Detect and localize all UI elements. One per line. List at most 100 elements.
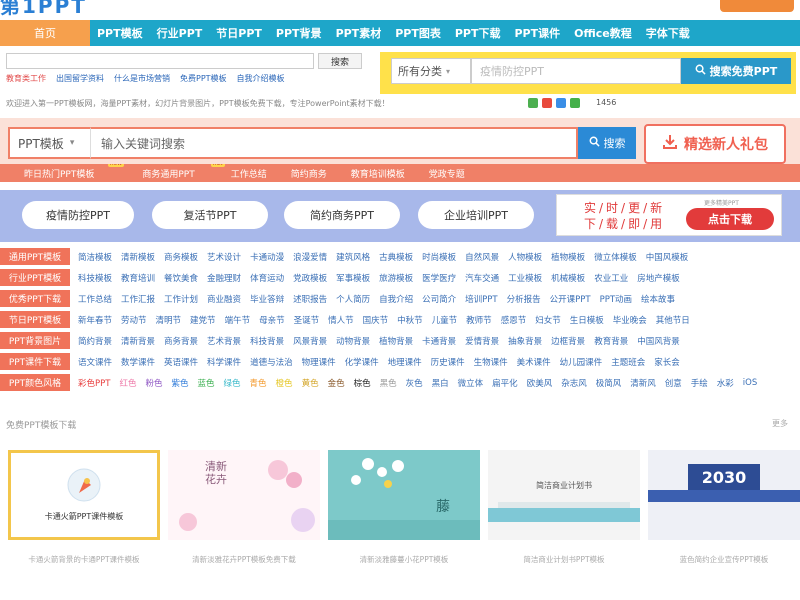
category-link[interactable]: 微立体模板: [594, 251, 637, 263]
hot-link[interactable]: 自我介绍模板: [237, 73, 285, 85]
category-link[interactable]: 情人节: [328, 314, 354, 326]
category-link[interactable]: 黄色: [302, 377, 319, 389]
category-link[interactable]: 房地产模板: [637, 272, 680, 284]
category-link[interactable]: 劳动节: [121, 314, 147, 326]
category-link[interactable]: 妇女节: [535, 314, 561, 326]
nav-item[interactable]: 行业PPT: [150, 25, 210, 41]
hot-search-link[interactable]: 党政专题: [417, 167, 477, 180]
category-row-label[interactable]: 行业PPT模板: [0, 269, 70, 287]
category-link[interactable]: 工作汇报: [121, 293, 155, 305]
topic-pill[interactable]: 企业培训PPT: [418, 201, 534, 229]
card-caption[interactable]: 清新淡雅花卉PPT模板免费下载: [168, 554, 320, 566]
category-link[interactable]: 中秋节: [397, 314, 423, 326]
category-row-label[interactable]: 优秀PPT下载: [0, 290, 70, 308]
category-link[interactable]: 灰色: [406, 377, 423, 389]
more-link[interactable]: 更多: [772, 418, 788, 429]
nav-item[interactable]: 节日PPT: [209, 25, 269, 41]
category-link[interactable]: 创意: [665, 377, 682, 389]
nav-item[interactable]: PPT素材: [329, 25, 389, 41]
small-search-button[interactable]: 搜索: [318, 53, 362, 69]
category-link[interactable]: 个人简历: [336, 293, 370, 305]
category-link[interactable]: 粉色: [145, 377, 162, 389]
category-link[interactable]: 工作总结: [78, 293, 112, 305]
hot-link[interactable]: 免费PPT模板: [180, 73, 227, 85]
category-link[interactable]: 抽象背景: [508, 335, 542, 347]
site-logo[interactable]: 第1PPT: [0, 0, 110, 18]
category-link[interactable]: 国庆节: [363, 314, 389, 326]
category-link[interactable]: 极简风: [596, 377, 622, 389]
main-category-select[interactable]: PPT模板 ▾: [8, 127, 90, 159]
category-row-label[interactable]: 通用PPT模板: [0, 248, 70, 266]
category-link[interactable]: 黑色: [380, 377, 397, 389]
top-login-button[interactable]: [720, 0, 794, 12]
category-link[interactable]: 医学医疗: [422, 272, 456, 284]
category-link[interactable]: 植物模板: [551, 251, 585, 263]
category-link[interactable]: 科技背景: [250, 335, 284, 347]
nav-item[interactable]: Office教程: [567, 25, 639, 41]
category-link[interactable]: 商务背景: [164, 335, 198, 347]
category-row-label[interactable]: PPT颜色风格: [0, 374, 70, 392]
category-link[interactable]: 建筑风格: [336, 251, 370, 263]
nav-item[interactable]: PPT模板: [90, 25, 150, 41]
category-link[interactable]: 新年春节: [78, 314, 112, 326]
topic-pill[interactable]: 疫情防控PPT: [22, 201, 134, 229]
category-link[interactable]: 科技模板: [78, 272, 112, 284]
nav-item[interactable]: PPT课件: [507, 25, 567, 41]
hot-link[interactable]: 出国留学资料: [56, 73, 104, 85]
category-link[interactable]: 主题班会: [611, 356, 645, 368]
main-search-input[interactable]: 输入关键词搜索: [90, 127, 578, 159]
hot-search-link[interactable]: 简约商务: [279, 167, 339, 180]
category-link[interactable]: 圣诞节: [294, 314, 320, 326]
category-link[interactable]: 餐饮美食: [164, 272, 198, 284]
nav-item[interactable]: PPT下载: [448, 25, 508, 41]
category-link[interactable]: 手绘: [691, 377, 708, 389]
category-link[interactable]: 欧美风: [527, 377, 553, 389]
category-link[interactable]: 地理课件: [388, 356, 422, 368]
category-select[interactable]: 所有分类 ▾: [391, 58, 471, 84]
category-row-label[interactable]: PPT背景图片: [0, 332, 70, 350]
category-link[interactable]: 儿童节: [432, 314, 458, 326]
topic-pill[interactable]: 复活节PPT: [152, 201, 268, 229]
category-link[interactable]: 化学课件: [345, 356, 379, 368]
category-link[interactable]: 蓝色: [198, 377, 215, 389]
template-card[interactable]: 藤: [328, 450, 480, 540]
hot-search-link[interactable]: 教育培训模板: [339, 167, 417, 180]
card-caption[interactable]: 卡通火箭背景的卡通PPT课件模板: [8, 554, 160, 566]
category-link[interactable]: 自然风景: [465, 251, 499, 263]
category-link[interactable]: 动物背景: [336, 335, 370, 347]
category-link[interactable]: 道德与法治: [250, 356, 293, 368]
category-link[interactable]: 中国风背景: [637, 335, 680, 347]
category-link[interactable]: 毕业答辩: [250, 293, 284, 305]
category-link[interactable]: 培训PPT: [465, 293, 497, 305]
category-link[interactable]: 彩色PPT: [78, 377, 110, 389]
category-link[interactable]: 艺术背景: [207, 335, 241, 347]
category-link[interactable]: 简洁模板: [78, 251, 112, 263]
qq-icon[interactable]: [556, 98, 566, 108]
template-card[interactable]: 卡通火箭PPT课件模板: [8, 450, 160, 540]
category-link[interactable]: 金色: [328, 377, 345, 389]
category-link[interactable]: 时尚模板: [422, 251, 456, 263]
category-link[interactable]: 端午节: [225, 314, 251, 326]
category-link[interactable]: 中国风模板: [646, 251, 689, 263]
category-link[interactable]: 人物模板: [508, 251, 542, 263]
category-link[interactable]: 扁平化: [492, 377, 518, 389]
card-caption[interactable]: 简洁商业计划书PPT模板: [488, 554, 640, 566]
category-link[interactable]: 工作计划: [164, 293, 198, 305]
category-link[interactable]: 英语课件: [164, 356, 198, 368]
category-link[interactable]: 红色: [119, 377, 136, 389]
category-link[interactable]: 工业模板: [508, 272, 542, 284]
category-link[interactable]: 数学课件: [121, 356, 155, 368]
category-link[interactable]: 商业融资: [207, 293, 241, 305]
search-input[interactable]: 疫情防控PPT: [471, 58, 681, 84]
search-free-ppt-button[interactable]: 搜索免费PPT: [681, 58, 791, 84]
category-link[interactable]: 军事模板: [336, 272, 370, 284]
category-link[interactable]: 美术课件: [517, 356, 551, 368]
category-link[interactable]: 公开课PPT: [550, 293, 591, 305]
category-link[interactable]: 教育背景: [594, 335, 628, 347]
category-link[interactable]: 幼儿园课件: [560, 356, 603, 368]
category-link[interactable]: 艺术设计: [207, 251, 241, 263]
category-link[interactable]: 古典模板: [379, 251, 413, 263]
category-link[interactable]: 商务模板: [164, 251, 198, 263]
category-link[interactable]: 金融理财: [207, 272, 241, 284]
wechat-icon[interactable]: [570, 98, 580, 108]
